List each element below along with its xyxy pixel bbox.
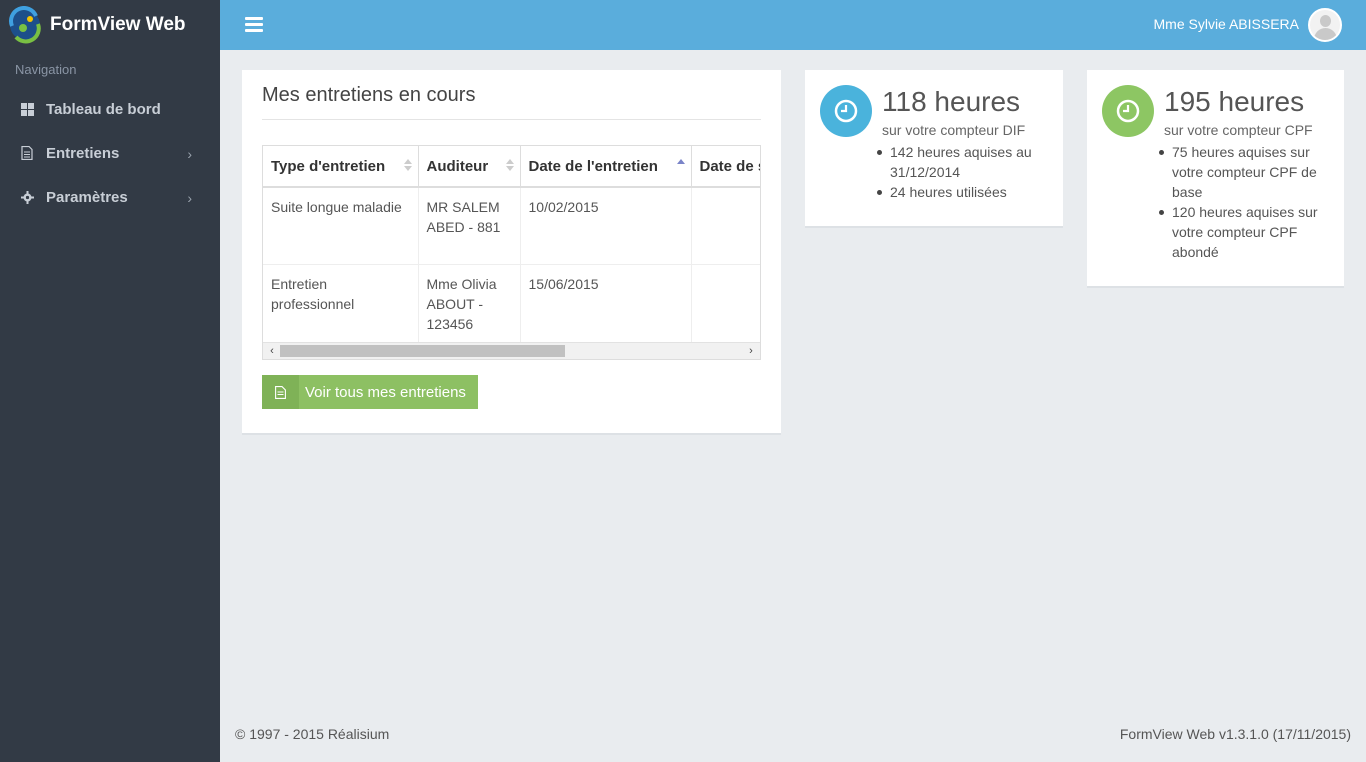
topbar: Mme Sylvie ABISSERA bbox=[220, 0, 1366, 50]
app-title: FormView Web bbox=[50, 14, 186, 35]
cell-auditeur: MR SALEM ABED - 881 bbox=[418, 187, 521, 265]
avatar[interactable] bbox=[1308, 8, 1342, 42]
cell-date2 bbox=[691, 187, 760, 265]
document-icon bbox=[20, 146, 34, 160]
sort-icon bbox=[403, 159, 412, 171]
cell-type: Entretien professionnel bbox=[263, 264, 419, 344]
column-header-date-s[interactable]: Date de s bbox=[691, 146, 761, 188]
dashboard-icon bbox=[20, 102, 34, 116]
column-header-label: Date de l'entretien bbox=[528, 157, 658, 175]
scroll-left-icon[interactable]: ‹ bbox=[265, 344, 279, 358]
dif-hours-subtitle: sur votre compteur DIF bbox=[882, 122, 1026, 138]
chevron-right-icon: › bbox=[187, 146, 192, 162]
column-header-type[interactable]: Type d'entretien bbox=[263, 146, 419, 188]
cpf-hours-subtitle: sur votre compteur CPF bbox=[1164, 122, 1313, 138]
brand[interactable]: FormView Web bbox=[0, 0, 220, 50]
cell-date2 bbox=[691, 264, 760, 344]
nav-heading: Navigation bbox=[15, 62, 77, 77]
cpf-hours-value: 195 heures bbox=[1164, 86, 1305, 117]
clock-icon bbox=[820, 85, 872, 137]
list-item: 24 heures utilisées bbox=[877, 182, 1055, 202]
list-item: 75 heures aquises sur votre compteur CPF… bbox=[1159, 142, 1337, 202]
sidebar-item-label: Paramètres bbox=[46, 188, 128, 206]
dif-details-list: 142 heures aquises au 31/12/2014 24 heur… bbox=[877, 142, 1055, 202]
table-row[interactable]: Suite longue maladie MR SALEM ABED - 881… bbox=[263, 187, 760, 265]
button-label: Voir tous mes entretiens bbox=[305, 383, 466, 401]
interviews-table: Type d'entretien Auditeur Date de l'entr… bbox=[262, 145, 761, 360]
footer-version: FormView Web v1.3.1.0 (17/11/2015) bbox=[1119, 726, 1351, 742]
sidebar-item-label: Entretiens bbox=[46, 144, 120, 162]
list-item: 142 heures aquises au 31/12/2014 bbox=[877, 142, 1055, 182]
dif-hours-value: 118 heures bbox=[882, 86, 1021, 117]
horizontal-scrollbar[interactable]: ‹ › bbox=[263, 342, 760, 359]
user-name[interactable]: Mme Sylvie ABISSERA bbox=[1154, 16, 1300, 32]
sidebar-item-label: Tableau de bord bbox=[46, 100, 161, 118]
scroll-right-icon[interactable]: › bbox=[744, 344, 758, 358]
cell-date: 15/06/2015 bbox=[520, 264, 692, 344]
column-header-auditeur[interactable]: Auditeur bbox=[418, 146, 521, 188]
cell-type: Suite longue maladie bbox=[263, 187, 419, 265]
sidebar-item-entretiens[interactable]: Entretiens › bbox=[0, 131, 220, 175]
cell-date: 10/02/2015 bbox=[520, 187, 692, 265]
cpf-details-list: 75 heures aquises sur votre compteur CPF… bbox=[1159, 142, 1337, 262]
table-row[interactable]: Entretien professionnel Mme Olivia ABOUT… bbox=[263, 264, 760, 344]
document-icon bbox=[262, 375, 299, 409]
chevron-right-icon: › bbox=[187, 190, 192, 206]
sidebar-item-parametres[interactable]: Paramètres › bbox=[0, 175, 220, 219]
formview-logo-icon bbox=[6, 6, 44, 44]
clock-icon bbox=[1102, 85, 1154, 137]
sort-icon bbox=[505, 159, 514, 171]
column-header-label: Date de s bbox=[699, 157, 761, 175]
interviews-panel: Mes entretiens en cours Type d'entretien… bbox=[242, 70, 781, 435]
column-header-date-entretien[interactable]: Date de l'entretien bbox=[520, 146, 692, 188]
sidebar: FormView Web Navigation Tableau de bord … bbox=[0, 0, 220, 762]
scrollbar-thumb[interactable] bbox=[280, 345, 565, 357]
menu-toggle-icon[interactable] bbox=[245, 17, 263, 33]
dif-counter-card: 118 heures sur votre compteur DIF 142 he… bbox=[805, 70, 1063, 228]
sidebar-item-tableau-de-bord[interactable]: Tableau de bord bbox=[0, 87, 220, 131]
column-header-label: Type d'entretien bbox=[271, 157, 386, 175]
view-all-interviews-button[interactable]: Voir tous mes entretiens bbox=[262, 375, 478, 409]
sort-asc-icon bbox=[676, 159, 685, 171]
list-item: 120 heures aquises sur votre compteur CP… bbox=[1159, 202, 1337, 262]
footer-copyright: © 1997 - 2015 Réalisium bbox=[235, 726, 390, 742]
cpf-counter-card: 195 heures sur votre compteur CPF 75 heu… bbox=[1087, 70, 1344, 288]
panel-title: Mes entretiens en cours bbox=[262, 84, 761, 120]
cell-auditeur: Mme Olivia ABOUT - 123456 bbox=[418, 264, 521, 344]
column-header-label: Auditeur bbox=[426, 157, 489, 175]
gear-icon bbox=[20, 190, 34, 204]
